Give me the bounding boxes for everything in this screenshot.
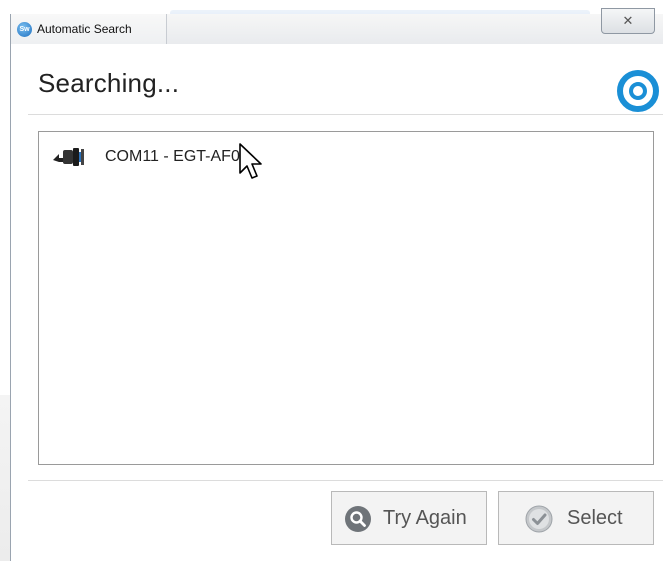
header-separator bbox=[28, 114, 663, 115]
close-button[interactable]: ✕ bbox=[601, 8, 655, 34]
refresh-logo-icon bbox=[617, 70, 659, 112]
try-again-label: Try Again bbox=[383, 507, 467, 529]
select-button[interactable]: Select bbox=[498, 491, 654, 545]
try-again-button[interactable]: Try Again bbox=[331, 491, 487, 545]
footer-separator bbox=[28, 480, 663, 481]
window-title: Automatic Search bbox=[37, 22, 132, 36]
search-icon bbox=[345, 506, 371, 532]
close-icon: ✕ bbox=[622, 13, 634, 28]
serial-port-icon bbox=[53, 148, 84, 166]
page-title: Searching... bbox=[38, 68, 180, 98]
results-list[interactable]: COM11 - EGT-AF01 bbox=[38, 131, 654, 465]
background-window-edge bbox=[0, 395, 10, 561]
titlebar[interactable]: Sw Automatic Search bbox=[11, 14, 663, 44]
app-icon: Sw bbox=[17, 22, 32, 37]
mouse-pointer-icon bbox=[239, 143, 262, 179]
automatic-search-dialog: Sw Automatic Search ✕ Searching... COM11… bbox=[10, 8, 663, 561]
check-circle-icon bbox=[525, 505, 553, 533]
select-label: Select bbox=[567, 507, 623, 529]
list-item-label: COM11 - EGT-AF01 bbox=[105, 148, 249, 165]
